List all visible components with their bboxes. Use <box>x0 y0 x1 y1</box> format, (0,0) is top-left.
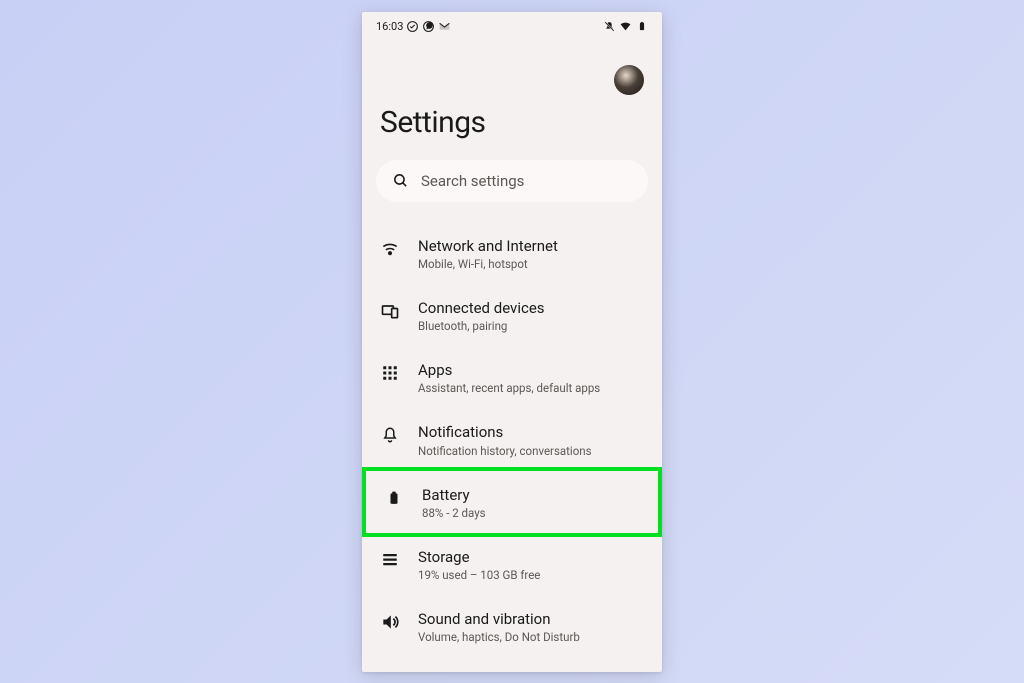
item-subtitle: Mobile, Wi-Fi, hotspot <box>418 257 644 271</box>
settings-item-storage[interactable]: Storage 19% used – 103 GB free <box>362 533 662 595</box>
item-text: Network and Internet Mobile, Wi-Fi, hots… <box>418 236 644 271</box>
settings-item-network[interactable]: Network and Internet Mobile, Wi-Fi, hots… <box>362 222 662 284</box>
item-subtitle: Bluetooth, pairing <box>418 319 644 333</box>
gmail-icon <box>438 20 451 33</box>
settings-list: Network and Internet Mobile, Wi-Fi, hots… <box>362 218 662 662</box>
whatsapp-icon <box>422 20 435 33</box>
search-icon <box>392 172 409 189</box>
vibrate-mute-icon <box>603 20 616 33</box>
item-subtitle: Notification history, conversations <box>418 444 644 458</box>
item-title: Battery <box>422 485 640 505</box>
devices-icon <box>380 301 400 321</box>
item-text: Connected devices Bluetooth, pairing <box>418 298 644 333</box>
item-text: Sound and vibration Volume, haptics, Do … <box>418 609 644 644</box>
status-right <box>603 20 648 33</box>
check-circle-icon <box>406 20 419 33</box>
bell-icon <box>380 425 400 445</box>
item-title: Apps <box>418 360 644 380</box>
item-subtitle: Assistant, recent apps, default apps <box>418 381 644 395</box>
storage-icon <box>380 550 400 570</box>
volume-icon <box>380 612 400 632</box>
item-text: Storage 19% used – 103 GB free <box>418 547 644 582</box>
item-title: Notifications <box>418 422 644 442</box>
wifi-icon <box>380 239 400 259</box>
item-text: Apps Assistant, recent apps, default app… <box>418 360 644 395</box>
battery-icon <box>384 488 404 508</box>
item-subtitle: 88% - 2 days <box>422 506 640 520</box>
wifi-icon <box>619 20 632 33</box>
item-title: Connected devices <box>418 298 644 318</box>
page-title: Settings <box>380 105 644 140</box>
item-text: Battery 88% - 2 days <box>422 485 640 520</box>
apps-grid-icon <box>380 363 400 383</box>
status-left: 16:03 <box>376 20 451 33</box>
settings-item-notifications[interactable]: Notifications Notification history, conv… <box>362 408 662 470</box>
status-bar: 16:03 <box>362 12 662 37</box>
search-bar[interactable]: Search settings <box>376 160 648 202</box>
item-subtitle: 19% used – 103 GB free <box>418 568 644 582</box>
status-time: 16:03 <box>376 20 403 33</box>
search-placeholder: Search settings <box>421 172 524 190</box>
item-text: Notifications Notification history, conv… <box>418 422 644 457</box>
profile-avatar[interactable] <box>614 65 644 95</box>
item-subtitle: Volume, haptics, Do Not Disturb <box>418 630 644 644</box>
battery-status-icon <box>635 20 648 33</box>
item-title: Sound and vibration <box>418 609 644 629</box>
settings-item-apps[interactable]: Apps Assistant, recent apps, default app… <box>362 346 662 408</box>
header: Settings <box>362 37 662 140</box>
settings-item-connected[interactable]: Connected devices Bluetooth, pairing <box>362 284 662 346</box>
settings-item-battery[interactable]: Battery 88% - 2 days <box>362 467 662 537</box>
phone-frame: 16:03 Settings <box>362 12 662 672</box>
item-title: Storage <box>418 547 644 567</box>
item-title: Network and Internet <box>418 236 644 256</box>
settings-item-sound[interactable]: Sound and vibration Volume, haptics, Do … <box>362 595 662 657</box>
